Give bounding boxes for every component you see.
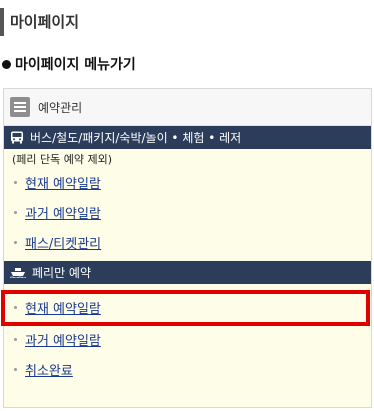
list-item-current-reservations[interactable]: 현재 예약일람 <box>4 167 371 197</box>
link-past-reservations[interactable]: 과거 예약일람 <box>25 203 101 222</box>
list-item-ferry-past-reservations[interactable]: 과거 예약일람 <box>4 324 371 354</box>
bullet-dot-icon <box>14 240 17 244</box>
section-heading-text: 마이페이지 메뉴가기 <box>15 57 136 73</box>
category-label: 버스/철도/패키지/숙박/놀이 • 체험 • 레저 <box>30 131 242 145</box>
page-title: 마이페이지 <box>0 8 374 36</box>
link-current-reservations[interactable]: 현재 예약일람 <box>25 173 101 192</box>
bullet-dot-icon <box>14 210 17 214</box>
bullet-dot-icon <box>14 367 17 371</box>
bullet-dot-icon <box>14 337 17 341</box>
menu-header: 예약관리 <box>4 89 371 126</box>
list-item-ferry-current-reservations[interactable]: 현재 예약일람 <box>1 290 371 326</box>
list-item-ferry-cancelled[interactable]: 취소완료 <box>4 354 371 384</box>
ferry-icon <box>10 268 26 278</box>
bullet-dot-icon <box>14 305 17 309</box>
category-bar-ferry: 페리만 예약 <box>4 261 371 284</box>
link-pass-ticket-management[interactable]: 패스/티켓관리 <box>25 233 101 252</box>
category-label: 페리만 예약 <box>32 266 92 280</box>
link-ferry-cancelled[interactable]: 취소완료 <box>25 360 73 379</box>
section-heading: 마이페이지 메뉴가기 <box>0 54 136 76</box>
link-ferry-past-reservations[interactable]: 과거 예약일람 <box>25 330 101 349</box>
bus-icon <box>11 131 23 144</box>
group-note: (페리 단독 예약 제외) <box>12 153 113 166</box>
category-bar-bus-rail: 버스/철도/패키지/숙박/놀이 • 체험 • 레저 <box>4 126 371 149</box>
bullet-dot-icon <box>14 180 17 184</box>
menu-header-label: 예약관리 <box>38 100 83 115</box>
list-item-past-reservations[interactable]: 과거 예약일람 <box>4 197 371 227</box>
list-icon <box>10 97 30 117</box>
link-ferry-current-reservations[interactable]: 현재 예약일람 <box>25 298 101 317</box>
bullet-icon <box>2 60 11 69</box>
reservation-menu: 예약관리 버스/철도/패키지/숙박/놀이 • 체험 • 레저 (페리 단독 예약… <box>1 88 372 408</box>
list-item-pass-ticket[interactable]: 패스/티켓관리 <box>4 227 371 257</box>
